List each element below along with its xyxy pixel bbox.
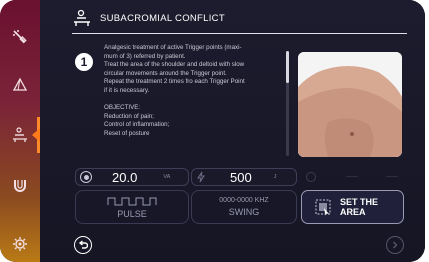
mode-button[interactable]: PULSE	[75, 190, 189, 224]
gear-icon	[13, 237, 27, 251]
sidebar-item-probe[interactable]	[0, 18, 40, 54]
description-line: Control of inflammation;	[104, 121, 170, 129]
device-frame: SUBACROMIAL CONFLICT 1 Analgesic treatme…	[0, 0, 425, 262]
set-area-button[interactable]: SET THE AREA	[301, 190, 404, 224]
frequency-value: 0000-0000 KHZ	[219, 197, 269, 204]
pulses-unit: J	[273, 174, 277, 180]
back-arrow-icon	[78, 240, 88, 249]
pulses-control[interactable]: 500 J	[191, 168, 297, 186]
sidebar-item-pyramid[interactable]	[0, 67, 40, 103]
title-divider	[72, 33, 407, 34]
page-title: SUBACROMIAL CONFLICT	[100, 12, 225, 24]
description-scrollbar[interactable]	[286, 51, 289, 156]
description-line: Analgesic treatment of active Trigger po…	[104, 44, 242, 51]
active-indicator-arrow	[32, 128, 40, 142]
area-select-icon	[315, 199, 331, 216]
sidebar	[0, 0, 40, 262]
description-line: Repeat the treatment 2 times fro each Tr…	[104, 78, 245, 86]
pulses-value: 500	[230, 169, 252, 185]
next-arrow-icon	[393, 241, 398, 249]
description-line: circular movements around the Trigger po…	[104, 69, 227, 77]
square-wave-icon	[107, 197, 157, 205]
lightning-icon	[197, 171, 205, 183]
power-control[interactable]: 20.0 VA	[75, 168, 189, 186]
step-badge: 1	[75, 53, 93, 71]
scroll-thumb[interactable]	[286, 51, 289, 83]
power-value: 20.0	[112, 169, 138, 185]
swing-label: SWING	[228, 207, 260, 217]
treatment-couch-icon	[13, 127, 27, 142]
probe-tool-icon	[13, 30, 27, 44]
description-line: OBJECTIVE:	[104, 104, 141, 112]
description-line: mum of 3) referred by patient.	[104, 52, 186, 60]
description-line: if it is necessary.	[104, 86, 150, 94]
back-button[interactable]	[74, 236, 92, 254]
horseshoe-magnet-icon	[14, 180, 26, 192]
power-unit: VA	[163, 174, 171, 180]
sidebar-item-treatments[interactable]	[0, 117, 40, 153]
description-line: Reset of posture	[104, 129, 150, 137]
protocol-description: Analgesic treatment of active Trigger po…	[104, 44, 284, 139]
pyramid-icon	[12, 77, 28, 91]
description-line: Treat the area of the shoulder and delto…	[104, 61, 245, 69]
description-line: Reduction of pain;	[104, 112, 154, 120]
radio-icon	[80, 171, 92, 183]
set-area-line1: SET THE	[340, 197, 379, 207]
set-area-label: SET THE AREA	[340, 197, 378, 217]
header: SUBACROMIAL CONFLICT	[72, 6, 225, 30]
faded-extra-control	[306, 171, 402, 183]
next-button[interactable]	[386, 236, 404, 254]
description-line	[104, 96, 284, 105]
set-area-line2: AREA	[340, 207, 366, 217]
swing-button[interactable]: 0000-0000 KHZ SWING	[191, 190, 297, 224]
main-screen: SUBACROMIAL CONFLICT 1 Analgesic treatme…	[40, 0, 425, 262]
shoulder-photo	[298, 52, 402, 157]
sidebar-item-magnet[interactable]	[0, 167, 40, 203]
treatment-couch-icon	[74, 9, 90, 26]
mode-label: PULSE	[117, 208, 147, 219]
sidebar-item-settings[interactable]	[0, 226, 40, 262]
